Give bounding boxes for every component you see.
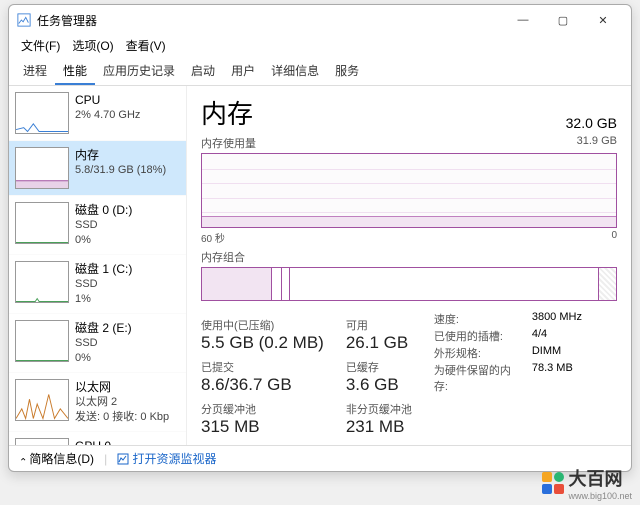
x-axis-right: 0: [611, 230, 617, 245]
monitor-icon: [117, 453, 129, 465]
sidebar-item-memory[interactable]: 内存5.8/31.9 GB (18%): [9, 141, 186, 196]
kv-slots: 4/4: [532, 328, 547, 344]
content: CPU2% 4.70 GHz 内存5.8/31.9 GB (18%) 磁盘 0 …: [9, 86, 631, 445]
titlebar[interactable]: 任务管理器 — ▢ ✕: [9, 5, 631, 35]
kv-reserved: 78.3 MB: [532, 362, 573, 394]
tab-startup[interactable]: 启动: [183, 58, 223, 85]
thumb-memory: [15, 147, 69, 189]
sidebar-item-disk2[interactable]: 磁盘 2 (E:)SSD 0%: [9, 314, 186, 373]
memory-composition-chart: [201, 267, 617, 301]
stat-in-use: 5.5 GB (0.2 MB): [201, 333, 324, 353]
menubar: 文件(F) 选项(O) 查看(V): [9, 35, 631, 58]
sidebar-item-cpu[interactable]: CPU2% 4.70 GHz: [9, 86, 186, 141]
thumb-ethernet: [15, 379, 69, 421]
tabs: 进程 性能 应用历史记录 启动 用户 详细信息 服务: [9, 58, 631, 86]
sidebar-item-ethernet[interactable]: 以太网以太网 2 发送: 0 接收: 0 Kbp: [9, 373, 186, 432]
thumb-gpu0: [15, 438, 69, 446]
memory-total: 32.0 GB: [566, 115, 617, 131]
usage-label: 内存使用量: [201, 135, 256, 151]
stats: 使用中(已压缩) 5.5 GB (0.2 MB) 已提交 8.6/36.7 GB…: [201, 311, 617, 437]
tab-services[interactable]: 服务: [327, 58, 367, 85]
stat-paged: 315 MB: [201, 417, 324, 437]
thumb-disk2: [15, 320, 69, 362]
task-manager-window: 任务管理器 — ▢ ✕ 文件(F) 选项(O) 查看(V) 进程 性能 应用历史…: [8, 4, 632, 472]
close-button[interactable]: ✕: [583, 5, 623, 35]
stat-nonpaged: 231 MB: [346, 417, 412, 437]
logo-icon: [542, 472, 564, 494]
sidebar-item-disk0[interactable]: 磁盘 0 (D:)SSD 0%: [9, 196, 186, 255]
sidebar[interactable]: CPU2% 4.70 GHz 内存5.8/31.9 GB (18%) 磁盘 0 …: [9, 86, 187, 445]
chevron-up-icon: ⌄: [19, 455, 27, 466]
thumb-disk1: [15, 261, 69, 303]
stat-available: 26.1 GB: [346, 333, 412, 353]
panel-title: 内存: [201, 94, 253, 131]
sidebar-item-disk1[interactable]: 磁盘 1 (C:)SSD 1%: [9, 255, 186, 314]
window-controls: — ▢ ✕: [503, 5, 623, 35]
x-axis-left: 60 秒: [201, 230, 225, 245]
menu-view[interactable]: 查看(V): [122, 35, 170, 56]
window-title: 任务管理器: [37, 12, 503, 29]
thumb-disk0: [15, 202, 69, 244]
brief-toggle[interactable]: ⌄简略信息(D): [19, 450, 94, 467]
menu-options[interactable]: 选项(O): [68, 35, 117, 56]
tab-users[interactable]: 用户: [223, 58, 263, 85]
sidebar-item-gpu0[interactable]: GPU 0NVIDIA GeForce R1 1% (47 °C): [9, 432, 186, 446]
usage-max: 31.9 GB: [577, 135, 617, 151]
kv-form: DIMM: [532, 345, 561, 361]
kv-speed: 3800 MHz: [532, 311, 582, 327]
tab-performance[interactable]: 性能: [55, 58, 95, 85]
composition-label: 内存组合: [201, 249, 245, 265]
tab-details[interactable]: 详细信息: [263, 58, 327, 85]
detail-panel: 内存 32.0 GB 内存使用量 31.9 GB 60 秒 0 内存组合 使用中(已…: [187, 86, 631, 445]
thumb-cpu: [15, 92, 69, 134]
minimize-button[interactable]: —: [503, 5, 543, 35]
tab-processes[interactable]: 进程: [15, 58, 55, 85]
resource-monitor-link[interactable]: 打开资源监视器: [117, 450, 216, 467]
stat-cached: 3.6 GB: [346, 375, 412, 395]
memory-usage-chart: [201, 153, 617, 228]
app-icon: [17, 13, 31, 27]
memory-properties: 速度:3800 MHz 已使用的插槽:4/4 外形规格:DIMM 为硬件保留的内…: [434, 311, 582, 437]
watermark: 大百网www.big100.net: [542, 465, 632, 501]
menu-file[interactable]: 文件(F): [17, 35, 64, 56]
footer: ⌄简略信息(D) | 打开资源监视器: [9, 445, 631, 471]
tab-app-history[interactable]: 应用历史记录: [95, 58, 183, 85]
stat-committed: 8.6/36.7 GB: [201, 375, 324, 395]
maximize-button[interactable]: ▢: [543, 5, 583, 35]
